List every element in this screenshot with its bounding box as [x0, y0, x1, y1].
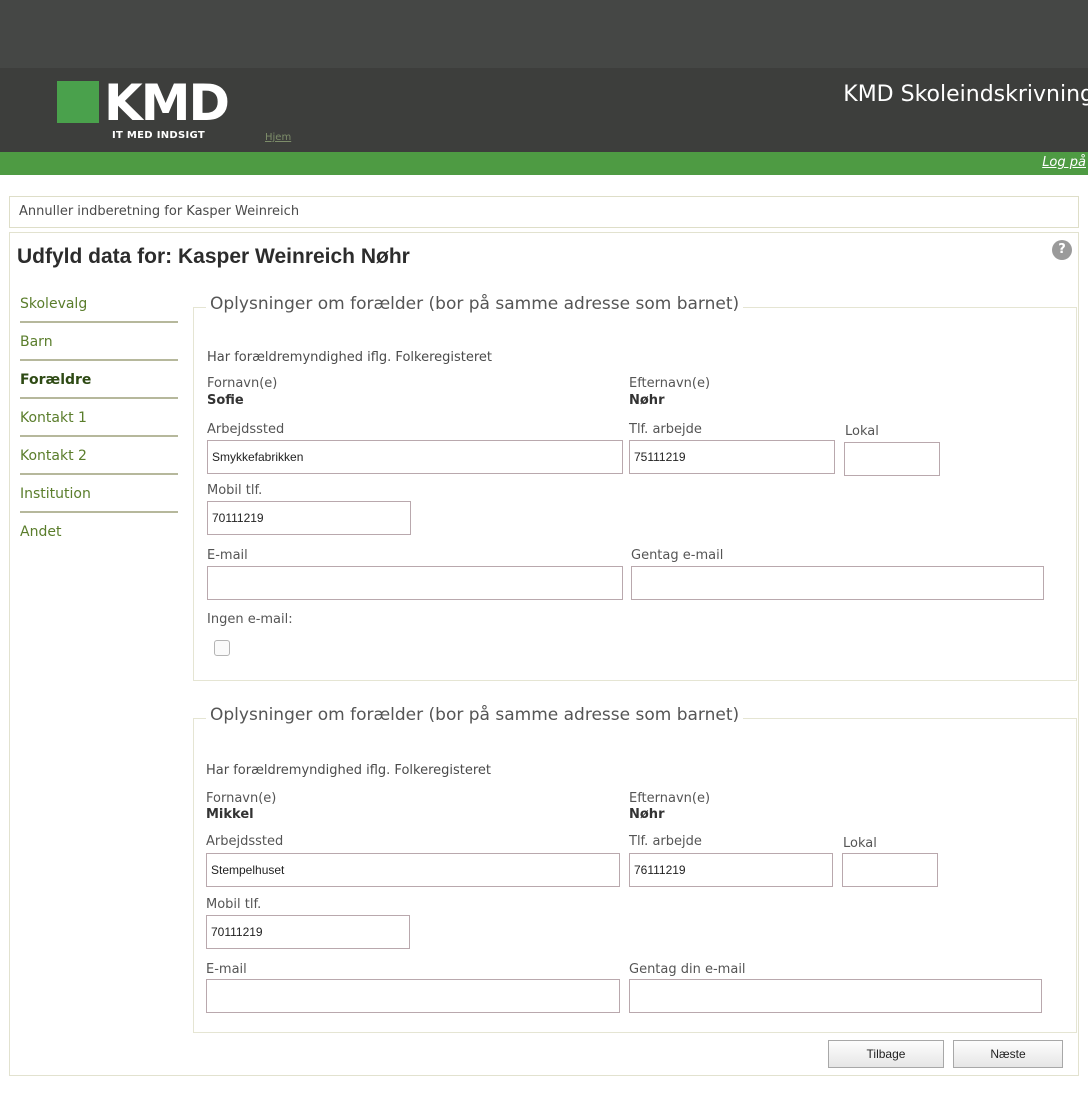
- mobile-label: Mobil tlf.: [206, 897, 262, 912]
- work-phone-label: Tlf. arbejde: [629, 422, 702, 437]
- section-legend: Oplysninger om forælder (bor på samme ad…: [206, 705, 744, 725]
- top-bar: [0, 0, 1088, 68]
- help-icon[interactable]: ?: [1052, 240, 1072, 260]
- mobile-input[interactable]: [206, 915, 410, 949]
- firstname-label: Fornavn(e): [206, 791, 277, 806]
- email-repeat-label: Gentag e-mail: [631, 548, 724, 563]
- nav-item-andet[interactable]: Andet: [20, 524, 178, 562]
- email-repeat-input[interactable]: [629, 979, 1042, 1013]
- nav-item-label: Kontakt 2: [20, 448, 87, 464]
- nav-item-label: Barn: [20, 334, 53, 350]
- nav-item-label: Kontakt 1: [20, 410, 87, 426]
- logo-tagline: IT MED INDSIGT: [112, 130, 205, 141]
- cancel-registration-link[interactable]: Annuller indberetning for Kasper Weinrei…: [19, 204, 299, 219]
- local-input[interactable]: [844, 442, 940, 476]
- section-legend: Oplysninger om forælder (bor på samme ad…: [206, 294, 744, 314]
- email-input[interactable]: [207, 566, 623, 600]
- work-phone-label: Tlf. arbejde: [629, 834, 702, 849]
- no-email-checkbox[interactable]: [214, 640, 230, 656]
- nav-item-label: Forældre: [20, 372, 92, 388]
- nav-item-kontakt-1[interactable]: Kontakt 1: [20, 410, 178, 448]
- logo-text: KMD: [104, 74, 230, 132]
- lastname-label: Efternavn(e): [629, 376, 711, 391]
- home-link[interactable]: Hjem: [265, 132, 291, 143]
- lastname-value: Nøhr: [629, 807, 665, 822]
- local-label: Lokal: [845, 424, 879, 439]
- nav-item-barn[interactable]: Barn: [20, 334, 178, 372]
- back-button[interactable]: Tilbage: [828, 1040, 944, 1068]
- logo-mark: [57, 81, 99, 123]
- no-email-label: Ingen e-mail:: [207, 612, 293, 627]
- firstname-value: Mikkel: [206, 807, 254, 822]
- local-input[interactable]: [842, 853, 938, 887]
- lastname-label: Efternavn(e): [629, 791, 711, 806]
- custody-text: Har forældremyndighed iflg. Folkeregiste…: [207, 350, 493, 365]
- login-link[interactable]: Log på: [1042, 155, 1086, 170]
- next-button[interactable]: Næste: [953, 1040, 1063, 1068]
- lastname-value: Nøhr: [629, 393, 665, 408]
- step-navigation: Skolevalg Barn Forældre Kontakt 1 Kontak…: [20, 296, 178, 562]
- page-title: Udfyld data for: Kasper Weinreich Nøhr: [17, 245, 410, 268]
- nav-item-skolevalg[interactable]: Skolevalg: [20, 296, 178, 334]
- email-repeat-input[interactable]: [631, 566, 1044, 600]
- mobile-input[interactable]: [207, 501, 411, 535]
- work-phone-input[interactable]: [629, 440, 835, 474]
- workplace-label: Arbejdssted: [207, 422, 285, 437]
- green-bar: [0, 152, 1088, 175]
- email-repeat-label: Gentag din e-mail: [629, 962, 746, 977]
- nav-item-kontakt-2[interactable]: Kontakt 2: [20, 448, 178, 486]
- parent-1-section: Oplysninger om forælder (bor på samme ad…: [193, 294, 1077, 681]
- firstname-label: Fornavn(e): [207, 376, 278, 391]
- parent-2-section: Oplysninger om forælder (bor på samme ad…: [193, 705, 1077, 1033]
- firstname-value: Sofie: [207, 393, 244, 408]
- workplace-input[interactable]: [207, 440, 623, 474]
- app-title: KMD Skoleindskrivning: [843, 82, 1088, 107]
- nav-item-foraeldre[interactable]: Forældre: [20, 372, 178, 410]
- work-phone-input[interactable]: [629, 853, 833, 887]
- nav-item-institution[interactable]: Institution: [20, 486, 178, 524]
- custody-text: Har forældremyndighed iflg. Folkeregiste…: [206, 763, 492, 778]
- mobile-label: Mobil tlf.: [207, 483, 263, 498]
- nav-item-label: Andet: [20, 524, 62, 540]
- local-label: Lokal: [843, 836, 877, 851]
- workplace-label: Arbejdssted: [206, 834, 284, 849]
- workplace-input[interactable]: [206, 853, 620, 887]
- email-input[interactable]: [206, 979, 620, 1013]
- email-label: E-mail: [206, 962, 247, 977]
- cancel-bar: Annuller indberetning for Kasper Weinrei…: [9, 196, 1079, 228]
- nav-item-label: Institution: [20, 486, 91, 502]
- nav-item-label: Skolevalg: [20, 296, 88, 312]
- email-label: E-mail: [207, 548, 248, 563]
